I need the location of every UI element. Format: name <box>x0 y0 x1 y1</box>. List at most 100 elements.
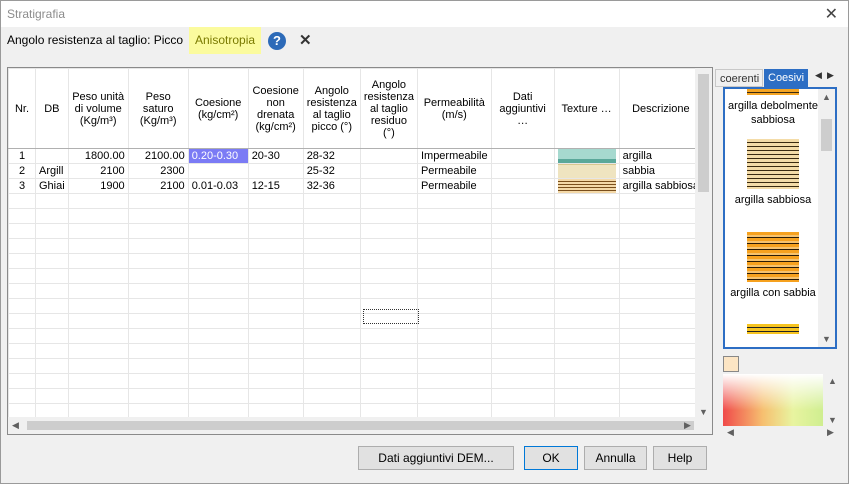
cell-angolo-picco[interactable]: 32-36 <box>302 178 361 194</box>
table-row[interactable] <box>8 253 704 269</box>
cell-peso-saturo[interactable]: 2300 <box>127 163 189 179</box>
col-header-dati-aggiuntivi[interactable]: Dati aggiuntivi … <box>490 68 555 149</box>
tab-scroll-left-icon[interactable]: ◀ <box>815 70 822 81</box>
close-icon[interactable]: ✕ <box>825 4 838 24</box>
scrollbar-thumb[interactable] <box>821 119 832 151</box>
cell-texture[interactable] <box>553 148 620 164</box>
cell-coesione-nd[interactable]: 20-30 <box>247 148 304 164</box>
cell-descrizione[interactable]: argilla sabbiosa <box>618 178 704 194</box>
col-header-angolo-picco[interactable]: Angolo resistenza al taglio picco (°) <box>302 68 361 149</box>
col-header-db[interactable]: DB <box>35 68 69 149</box>
cell-dati-aggiuntivi[interactable] <box>490 148 555 164</box>
scroll-down-icon[interactable]: ▼ <box>699 407 708 417</box>
cell-nr[interactable]: 3 <box>8 178 36 194</box>
delete-icon[interactable]: ✕ <box>299 31 312 49</box>
col-header-coesione-non-drenata[interactable]: Coesione non drenata (kg/cm²) <box>247 68 304 149</box>
cell-db[interactable]: Ghiai <box>35 178 69 194</box>
col-header-angolo-residuo[interactable]: Angolo resistenza al taglio residuo (°) <box>359 68 418 149</box>
cell-nr[interactable]: 1 <box>8 148 36 164</box>
cell-texture[interactable] <box>553 178 620 194</box>
tab-coerenti[interactable]: coerenti <box>715 69 763 87</box>
scroll-down-icon[interactable]: ▼ <box>822 334 831 344</box>
color-gradient[interactable] <box>723 374 823 426</box>
cell-angolo-residuo[interactable] <box>359 163 418 179</box>
cell-permeabilita[interactable]: Permeabile <box>416 178 492 194</box>
cell-nr[interactable]: 2 <box>8 163 36 179</box>
table-row[interactable] <box>8 343 704 359</box>
texture-thumbnail[interactable] <box>747 139 799 189</box>
color-vertical-scrollbar[interactable]: ▲ ▼ <box>825 374 839 426</box>
table-row[interactable] <box>8 388 704 404</box>
table-row[interactable]: 3 Ghiai 1900 2100 0.01-0.03 12-15 32-36 … <box>8 178 704 194</box>
cell-coesione[interactable]: 0.20-0.30 <box>187 148 249 164</box>
texture-label[interactable]: argilla debolmente sabbiosa <box>725 99 821 127</box>
cell-db[interactable]: Argill <box>35 163 69 179</box>
grid-vertical-scrollbar[interactable]: ▼ <box>695 68 712 419</box>
scroll-up-icon[interactable]: ▲ <box>828 376 837 386</box>
color-horizontal-scrollbar[interactable]: ◀ ▶ <box>723 426 839 438</box>
tab-scroll-right-icon[interactable]: ▶ <box>827 70 834 81</box>
cell-coesione[interactable] <box>187 163 249 179</box>
scrollbar-thumb[interactable] <box>698 74 709 192</box>
scroll-up-icon[interactable]: ▲ <box>822 92 831 102</box>
cell-peso-saturo[interactable]: 2100.00 <box>127 148 189 164</box>
dati-aggiuntivi-dem-button[interactable]: Dati aggiuntivi DEM... <box>358 446 514 470</box>
col-header-descrizione[interactable]: Descrizione <box>618 68 704 149</box>
table-row[interactable] <box>8 358 704 374</box>
table-row[interactable] <box>8 298 704 314</box>
cell-peso-saturo[interactable]: 2100 <box>127 178 189 194</box>
table-row[interactable] <box>8 268 704 284</box>
texture-thumbnail[interactable] <box>747 89 799 95</box>
texture-list-scrollbar[interactable]: ▲ ▼ <box>818 89 835 347</box>
cell-texture[interactable] <box>553 163 620 179</box>
texture-label[interactable]: argilla con sabbia <box>725 286 821 300</box>
shear-angle-mode-label[interactable]: Angolo resistenza al taglio: Picco <box>7 27 183 54</box>
table-row[interactable] <box>8 238 704 254</box>
cancel-button[interactable]: Annulla <box>584 446 647 470</box>
cell-angolo-picco[interactable]: 28-32 <box>302 148 361 164</box>
ok-button[interactable]: OK <box>524 446 578 470</box>
scroll-left-icon[interactable]: ◀ <box>727 427 734 438</box>
cell-coesione-nd[interactable] <box>247 163 304 179</box>
cell-dati-aggiuntivi[interactable] <box>490 163 555 179</box>
scrollbar-thumb[interactable] <box>27 421 694 430</box>
cell-angolo-picco[interactable]: 25-32 <box>302 163 361 179</box>
col-header-peso-saturo[interactable]: Peso saturo (Kg/m³) <box>127 68 189 149</box>
table-row[interactable] <box>8 283 704 299</box>
col-header-nr[interactable]: Nr. <box>8 68 36 149</box>
col-header-permeabilita[interactable]: Permeabilità (m/s) <box>416 68 492 149</box>
table-row[interactable] <box>8 223 704 239</box>
texture-thumbnail[interactable] <box>747 324 799 334</box>
grid-horizontal-scrollbar[interactable]: ◀ ▶ <box>8 417 712 434</box>
cell-peso-volume[interactable]: 2100 <box>67 163 129 179</box>
table-row[interactable]: 2 Argill 2100 2300 25-32 Permeabile sabb… <box>8 163 704 179</box>
cell-permeabilita[interactable]: Permeabile <box>416 163 492 179</box>
cell-descrizione[interactable]: argilla <box>618 148 704 164</box>
table-row[interactable]: 1 1800.00 2100.00 0.20-0.30 20-30 28-32 … <box>8 148 704 164</box>
table-row[interactable] <box>8 373 704 389</box>
cell-angolo-residuo[interactable] <box>359 148 418 164</box>
scroll-down-icon[interactable]: ▼ <box>828 415 837 425</box>
table-row[interactable] <box>8 193 704 209</box>
col-header-texture[interactable]: Texture … <box>553 68 620 149</box>
texture-thumbnail[interactable] <box>747 232 799 282</box>
table-row[interactable] <box>8 313 704 329</box>
cell-permeabilita[interactable]: Impermeabile <box>416 148 492 164</box>
scroll-left-icon[interactable]: ◀ <box>12 420 19 431</box>
cell-coesione[interactable]: 0.01-0.03 <box>187 178 249 194</box>
cell-coesione-nd[interactable]: 12-15 <box>247 178 304 194</box>
cell-dati-aggiuntivi[interactable] <box>490 178 555 194</box>
tab-coesivi[interactable]: Coesivi <box>764 69 808 87</box>
help-icon[interactable]: ? <box>268 32 286 50</box>
cell-peso-volume[interactable]: 1900 <box>67 178 129 194</box>
cell-db[interactable] <box>35 148 69 164</box>
cell-angolo-residuo[interactable] <box>359 178 418 194</box>
table-row[interactable] <box>8 208 704 224</box>
cell-peso-volume[interactable]: 1800.00 <box>67 148 129 164</box>
current-color-swatch[interactable] <box>723 356 739 372</box>
help-button[interactable]: Help <box>653 446 707 470</box>
table-row[interactable] <box>8 328 704 344</box>
texture-label[interactable]: argilla sabbiosa <box>725 193 821 207</box>
scroll-right-icon[interactable]: ▶ <box>684 420 691 431</box>
col-header-coesione[interactable]: Coesione (kg/cm²) <box>187 68 249 149</box>
